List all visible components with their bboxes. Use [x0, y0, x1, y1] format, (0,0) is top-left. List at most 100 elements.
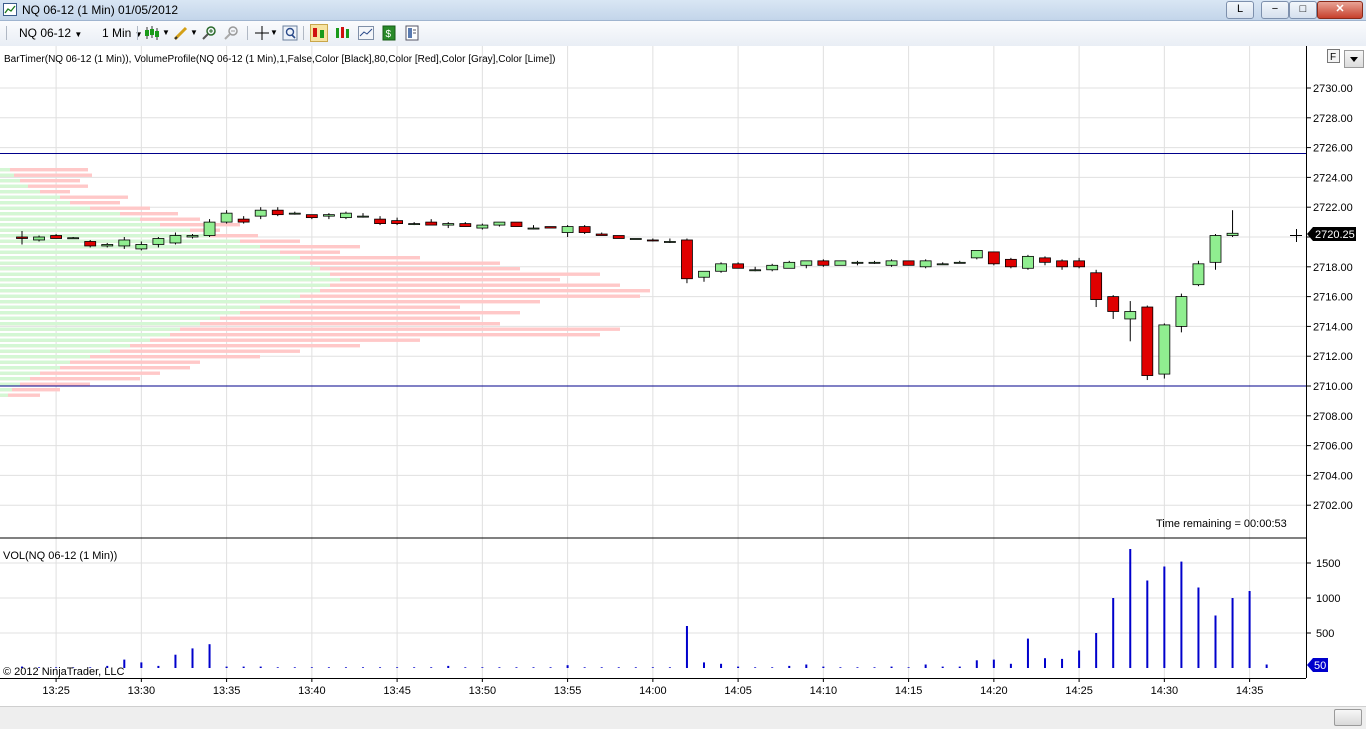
close-button[interactable]: ✕: [1317, 1, 1363, 19]
volume-bar: [975, 660, 978, 668]
magnify-icon[interactable]: [281, 24, 299, 42]
maximize-button[interactable]: □: [1289, 1, 1317, 19]
candle-body: [885, 260, 898, 266]
candle-body: [1141, 306, 1154, 376]
zoom-in-icon[interactable]: [201, 24, 219, 42]
candle-body: [715, 263, 727, 272]
volume-bar: [498, 667, 501, 668]
candle-body: [834, 260, 847, 266]
candle-body: [970, 250, 983, 259]
candle-body: [493, 221, 506, 226]
indicator-label: BarTimer(NQ 06-12 (1 Min)), VolumeProfil…: [4, 54, 555, 65]
toolbar-separator: [247, 26, 248, 40]
candle-body: [749, 269, 762, 272]
candle-body: [459, 223, 472, 227]
volume-bar: [327, 667, 330, 668]
volume-bar: [992, 659, 995, 668]
volume-profile-row: [0, 333, 170, 337]
chart-canvas[interactable]: 13:25 13:30 13:35 13:40 13:45 13:50 13:55 14:00…: [0, 46, 1366, 706]
volume-bar: [464, 667, 467, 668]
candle-body: [288, 212, 301, 215]
y-tick-label: 2702.00: [1313, 500, 1353, 512]
chart-toolbar: NQ 06-12 ▼ 1 Min ▼ ▼ ▼ ▼ $: [0, 21, 1366, 47]
candle-body: [987, 251, 1000, 265]
candle-body: [237, 218, 250, 223]
x-tick-label: 13:50: [469, 685, 497, 697]
y-tick-label: 2724.00: [1313, 172, 1353, 184]
scrollbar-thumb[interactable]: [1334, 709, 1362, 726]
volume-bar: [447, 665, 450, 668]
y-tick-label: 2710.00: [1313, 381, 1353, 393]
minimize-button[interactable]: −: [1261, 1, 1289, 19]
crosshair-icon[interactable]: [253, 24, 271, 42]
volume-bar: [754, 667, 757, 668]
volume-bar: [1112, 598, 1115, 668]
candle-body: [766, 264, 779, 271]
volume-indicator-label: VOL(NQ 06-12 (1 Min)): [3, 550, 117, 562]
candle-body: [544, 226, 557, 229]
volume-profile-row: [0, 228, 190, 232]
volume-bar: [242, 666, 245, 668]
volume-bar: [413, 667, 416, 668]
volume-bar: [1061, 658, 1064, 668]
data-series-icon[interactable]: [334, 24, 352, 42]
volume-bar: [1129, 549, 1132, 668]
x-tick-label: 13:45: [383, 685, 411, 697]
chevron-down-icon[interactable]: [1344, 50, 1364, 68]
volume-profile-row: [0, 223, 160, 227]
y-tick-label: 2718.00: [1313, 262, 1353, 274]
volume-profile-row: [0, 261, 310, 265]
chart-trader-icon[interactable]: [310, 24, 328, 42]
candle-body: [220, 212, 233, 223]
drawing-tool-icon[interactable]: [172, 24, 190, 42]
candle-body: [101, 244, 114, 247]
chevron-down-icon[interactable]: ▼: [190, 24, 198, 42]
volume-profile-row: [0, 256, 300, 260]
volume-profile-row: [0, 360, 70, 364]
bar-type-icon[interactable]: [143, 24, 161, 42]
volume-bar: [362, 667, 364, 668]
chevron-down-icon[interactable]: ▼: [162, 24, 170, 42]
candle-body: [476, 224, 489, 229]
volume-bar: [873, 667, 876, 668]
volume-bar: [771, 667, 774, 668]
properties-icon[interactable]: [403, 24, 421, 42]
horizontal-scrollbar[interactable]: [0, 706, 1366, 729]
volume-bar: [924, 664, 927, 668]
volume-bar: [600, 667, 603, 668]
volume-bar: [890, 666, 893, 668]
volume-profile-row: [0, 168, 88, 172]
f-button[interactable]: F: [1327, 49, 1340, 64]
x-tick-label: 14:10: [810, 685, 838, 697]
candle-body: [357, 215, 369, 218]
strategies-icon[interactable]: $: [380, 24, 398, 42]
volume-bar: [941, 666, 944, 668]
volume-bar: [907, 667, 910, 668]
volume-bar: [856, 667, 859, 668]
volume-profile-row: [0, 322, 200, 326]
y-tick-label: 2726.00: [1313, 143, 1353, 155]
candle-body: [732, 263, 744, 269]
volume-profile-row: [0, 272, 330, 276]
x-tick-label: 13:40: [298, 685, 326, 697]
candle-body: [322, 214, 335, 217]
volume-bar: [566, 665, 569, 668]
y-tick-label: 2706.00: [1313, 441, 1353, 453]
volume-bar: [1026, 638, 1029, 668]
zoom-out-icon[interactable]: [223, 24, 241, 42]
candle-body: [271, 209, 284, 216]
indicators-icon[interactable]: [357, 24, 375, 42]
chevron-down-icon[interactable]: ▼: [270, 24, 278, 42]
volume-bar: [157, 665, 160, 668]
candle-body: [442, 223, 455, 226]
window-titlebar: NQ 06-12 (1 Min) 01/05/2012 L − □ ✕: [0, 0, 1366, 21]
candle-body: [67, 237, 80, 240]
volume-bar: [1214, 615, 1217, 668]
x-tick-label: 13:35: [213, 685, 241, 697]
candle-body: [1056, 260, 1068, 268]
volume-profile-row: [0, 316, 220, 320]
link-button[interactable]: L: [1226, 1, 1254, 19]
instrument-selector[interactable]: NQ 06-12 ▼: [19, 24, 82, 42]
candle-body: [510, 221, 523, 227]
volume-bar: [703, 662, 705, 668]
